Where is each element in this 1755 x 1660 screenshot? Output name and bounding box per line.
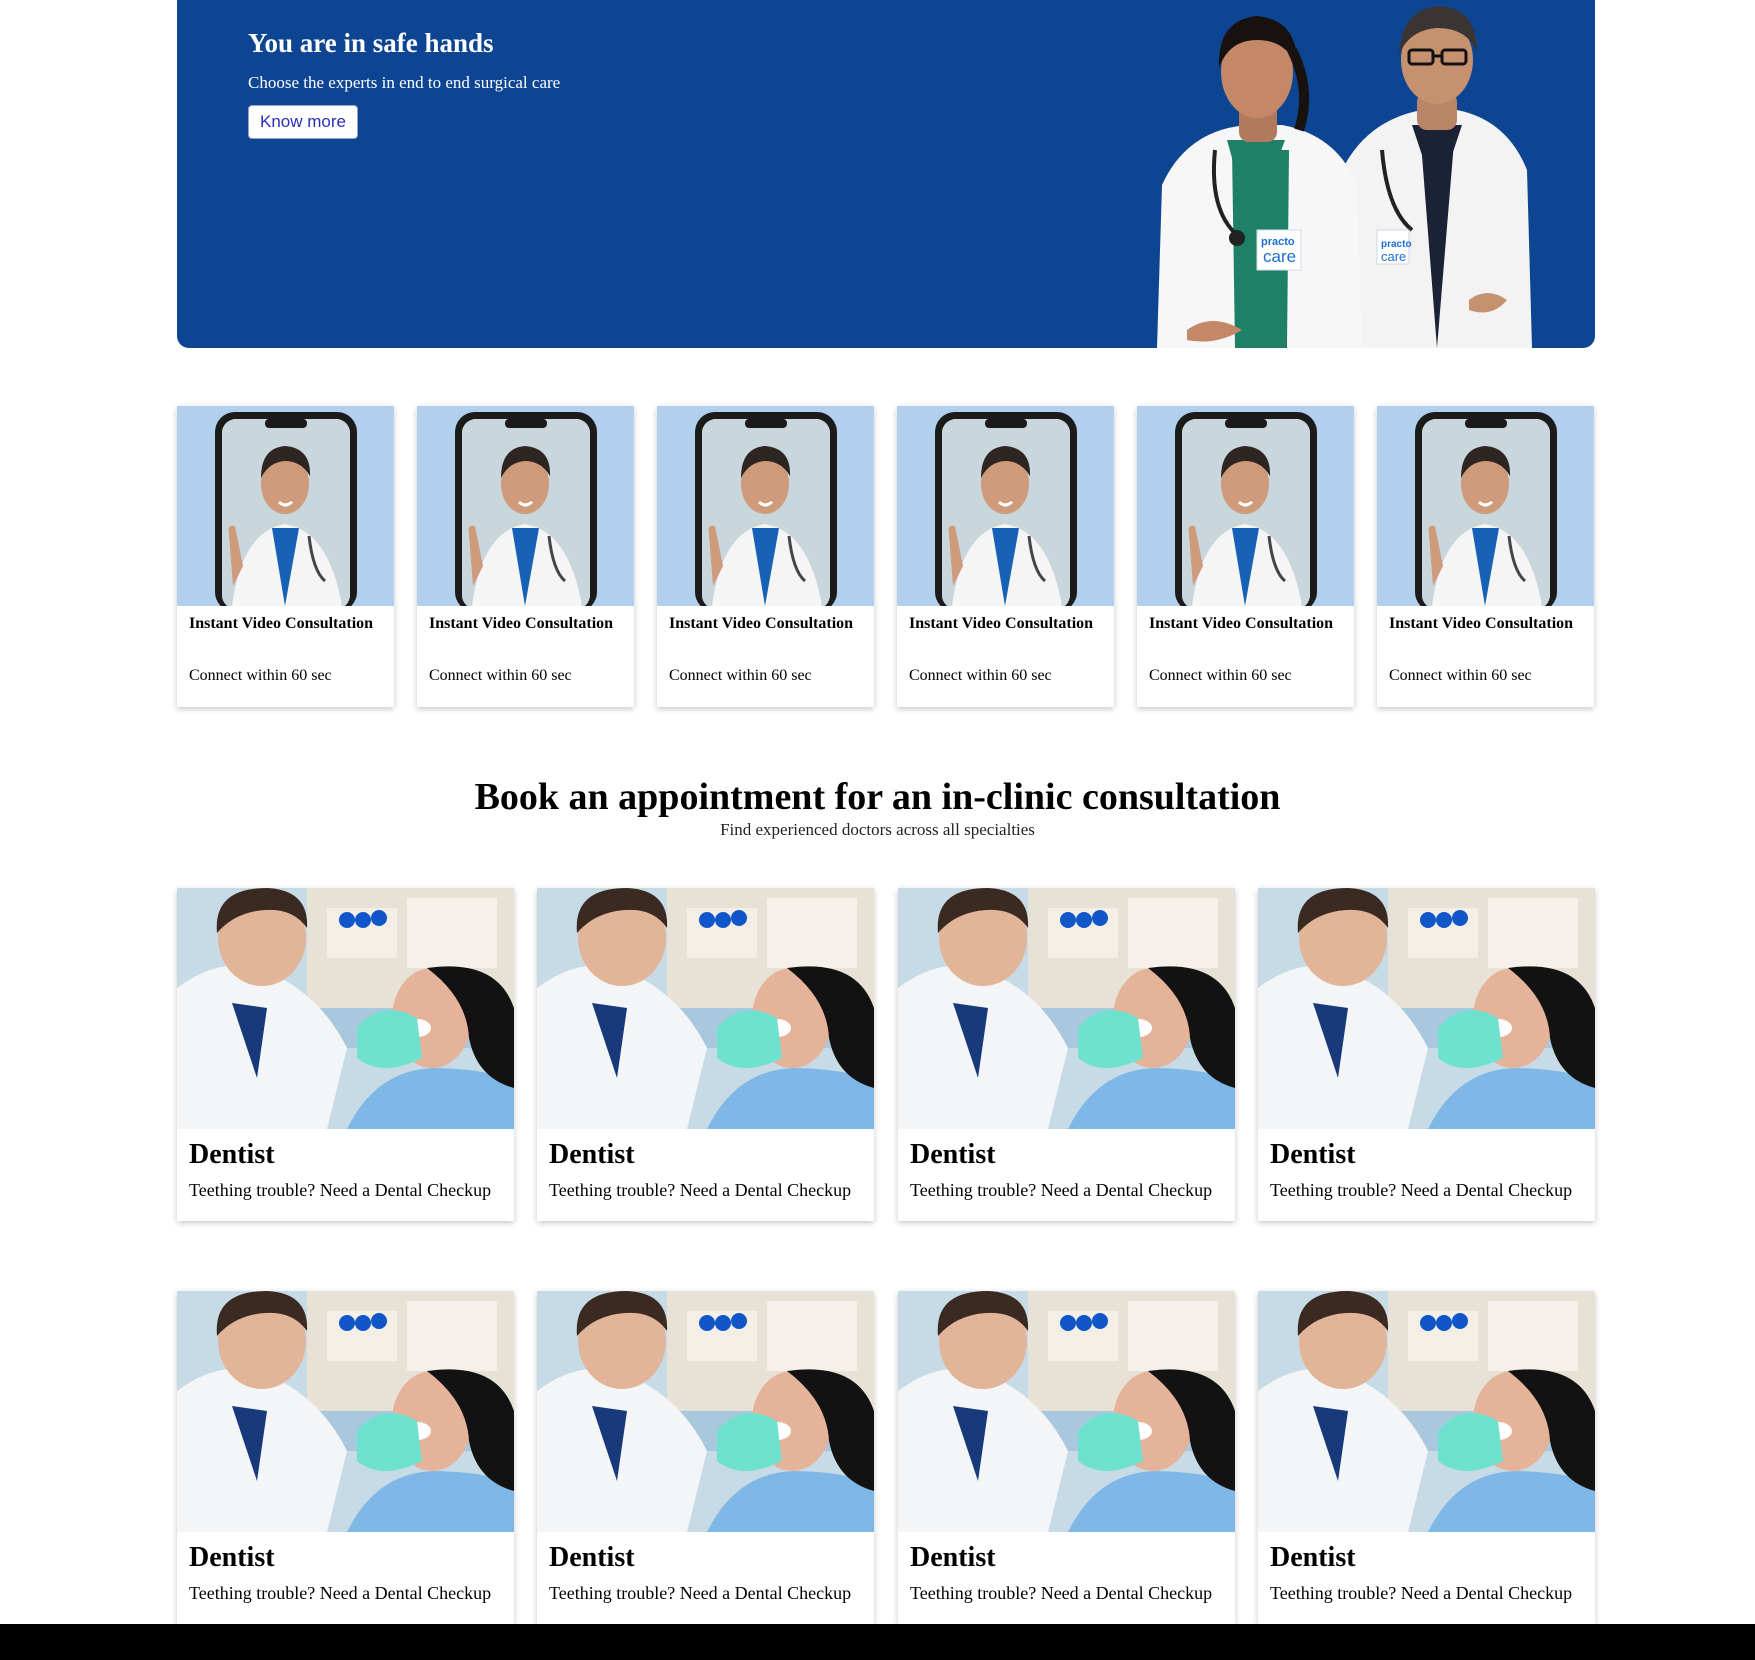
specialty-card[interactable]: Dentist Teething trouble? Need a Dental …	[898, 1291, 1235, 1624]
video-consult-card[interactable]: Instant Video Consultation Connect withi…	[417, 406, 634, 707]
hero-banner: You are in safe hands Choose the experts…	[177, 0, 1595, 348]
section-subtitle: Find experienced doctors across all spec…	[720, 820, 1035, 839]
video-call-doctor-image	[177, 406, 394, 606]
video-consult-description: Connect within 60 sec	[669, 667, 812, 684]
video-consult-title: Instant Video Consultation	[669, 615, 854, 632]
video-consult-card[interactable]: Instant Video Consultation Connect withi…	[657, 406, 874, 707]
specialty-description: Teething trouble? Need a Dental Checkup	[910, 1180, 1213, 1200]
video-call-doctor-image	[897, 406, 1114, 606]
specialty-description: Teething trouble? Need a Dental Checkup	[549, 1180, 852, 1200]
specialty-description: Teething trouble? Need a Dental Checkup	[1270, 1583, 1573, 1603]
specialty-card[interactable]: Dentist Teething trouble? Need a Dental …	[537, 1291, 874, 1624]
specialty-card[interactable]: Dentist Teething trouble? Need a Dental …	[1258, 1291, 1595, 1624]
specialty-title: Dentist	[189, 1139, 275, 1170]
video-call-doctor-image	[1137, 406, 1354, 606]
video-consult-description: Connect within 60 sec	[909, 667, 1052, 684]
male-doctor: practo care	[1337, 6, 1532, 348]
video-call-doctor-image	[657, 406, 874, 606]
female-doctor: practo care	[1157, 16, 1362, 348]
specialty-description: Teething trouble? Need a Dental Checkup	[189, 1583, 492, 1603]
bottom-bar	[0, 1624, 1755, 1660]
video-consult-card[interactable]: Instant Video Consultation Connect withi…	[177, 406, 394, 707]
section-title: Book an appointment for an in-clinic con…	[474, 776, 1281, 818]
dentist-photo	[177, 888, 514, 1129]
dentist-photo	[177, 1291, 514, 1532]
video-consult-description: Connect within 60 sec	[429, 667, 572, 684]
dentist-photo	[1258, 888, 1595, 1129]
dentist-photo	[1258, 1291, 1595, 1532]
video-call-doctor-image	[417, 406, 634, 606]
video-consult-title: Instant Video Consultation	[429, 615, 614, 632]
specialty-card[interactable]: Dentist Teething trouble? Need a Dental …	[177, 888, 514, 1221]
video-consult-title: Instant Video Consultation	[1389, 615, 1574, 632]
know-more-button[interactable]: Know more	[248, 105, 358, 139]
dentist-photo	[537, 1291, 874, 1532]
video-consult-title: Instant Video Consultation	[1149, 615, 1334, 632]
video-call-doctor-image	[1377, 406, 1594, 606]
specialty-title: Dentist	[1270, 1542, 1356, 1573]
dentist-photo	[537, 888, 874, 1129]
specialty-card[interactable]: Dentist Teething trouble? Need a Dental …	[898, 888, 1235, 1221]
specialty-title: Dentist	[549, 1542, 635, 1573]
specialty-card[interactable]: Dentist Teething trouble? Need a Dental …	[177, 1291, 514, 1624]
video-consult-title: Instant Video Consultation	[909, 615, 1094, 632]
hero-title: You are in safe hands	[248, 28, 494, 58]
specialty-title: Dentist	[910, 1139, 996, 1170]
badge-brand-bottom-2: care	[1263, 247, 1296, 266]
specialty-title: Dentist	[549, 1139, 635, 1170]
badge-brand-bottom: care	[1381, 249, 1406, 264]
specialty-description: Teething trouble? Need a Dental Checkup	[1270, 1180, 1573, 1200]
doctors-illustration: practo care practo care	[1157, 6, 1532, 348]
specialty-description: Teething trouble? Need a Dental Checkup	[189, 1180, 492, 1200]
video-consult-card[interactable]: Instant Video Consultation Connect withi…	[1137, 406, 1354, 707]
specialty-title: Dentist	[910, 1542, 996, 1573]
specialty-description: Teething trouble? Need a Dental Checkup	[549, 1583, 852, 1603]
dentist-photo	[898, 1291, 1235, 1532]
video-consult-description: Connect within 60 sec	[1389, 667, 1532, 684]
specialty-description: Teething trouble? Need a Dental Checkup	[910, 1583, 1213, 1603]
specialty-title: Dentist	[1270, 1139, 1356, 1170]
specialty-title: Dentist	[189, 1542, 275, 1573]
video-consult-card[interactable]: Instant Video Consultation Connect withi…	[897, 406, 1114, 707]
dentist-photo	[898, 888, 1235, 1129]
video-consult-description: Connect within 60 sec	[1149, 667, 1292, 684]
video-consult-description: Connect within 60 sec	[189, 667, 332, 684]
video-consult-title: Instant Video Consultation	[189, 615, 374, 632]
video-consult-card[interactable]: Instant Video Consultation Connect withi…	[1377, 406, 1594, 707]
specialty-card[interactable]: Dentist Teething trouble? Need a Dental …	[1258, 888, 1595, 1221]
hero-subtitle: Choose the experts in end to end surgica…	[248, 73, 561, 92]
specialty-card[interactable]: Dentist Teething trouble? Need a Dental …	[537, 888, 874, 1221]
